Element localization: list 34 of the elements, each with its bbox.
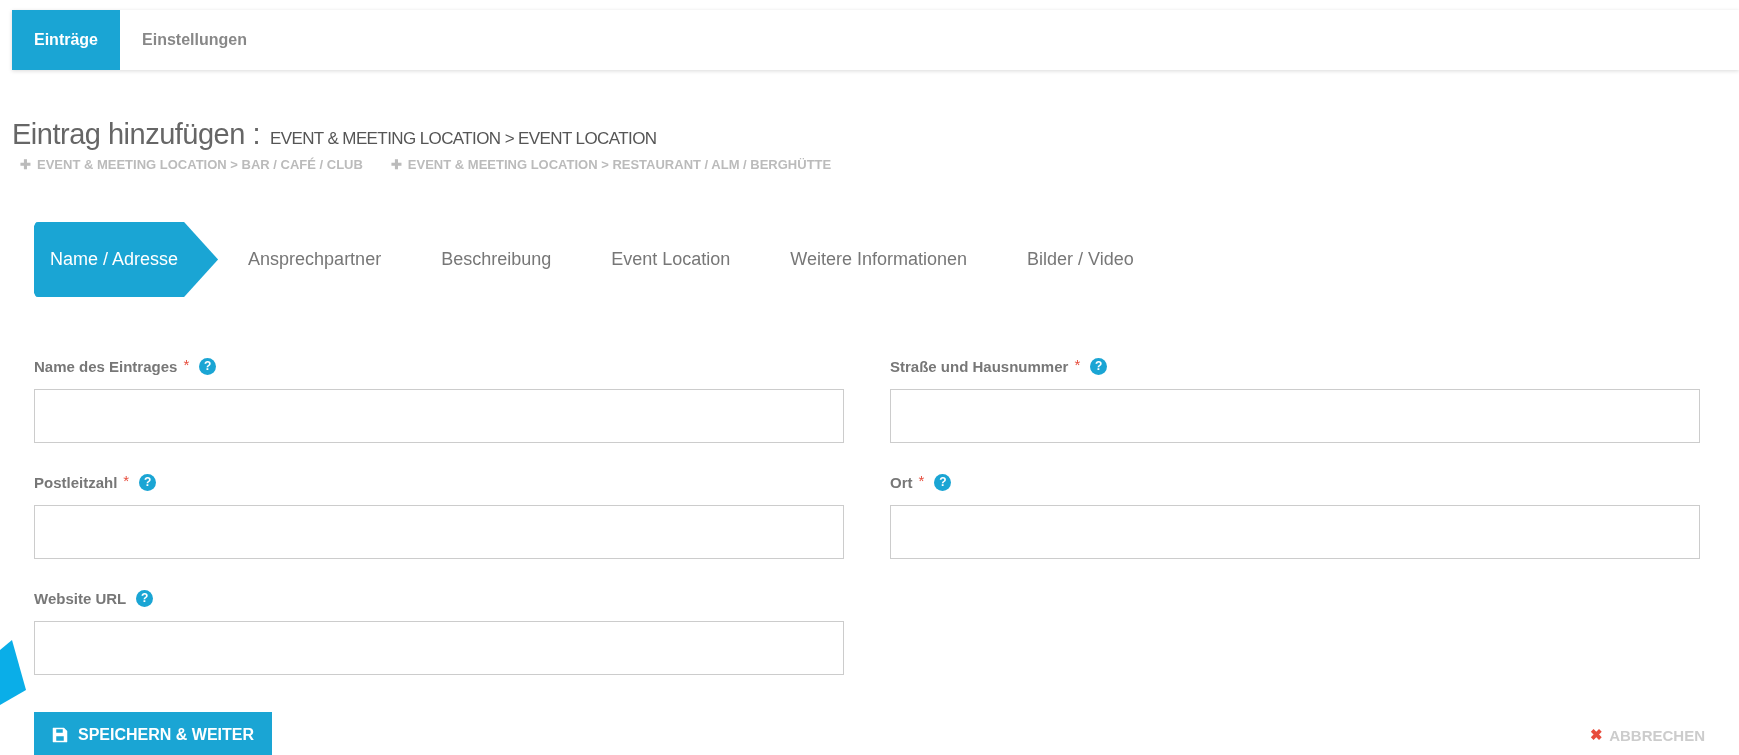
input-field[interactable] (890, 505, 1700, 559)
wizard-step[interactable]: Beschreibung (411, 222, 582, 297)
tab[interactable]: Einträge (12, 10, 120, 70)
input-field[interactable] (34, 389, 844, 443)
tab[interactable]: Einstellungen (120, 10, 269, 70)
field-label: Name des Eintrages (34, 357, 178, 375)
help-icon[interactable]: ? (139, 473, 157, 491)
help-icon[interactable]: ? (934, 473, 952, 491)
page-title: Eintrag hinzufügen : (12, 118, 260, 151)
wizard-step[interactable]: Event Location (581, 222, 761, 297)
help-icon[interactable]: ? (199, 357, 217, 375)
wizard-step[interactable]: Bilder / Video (997, 222, 1164, 297)
help-icon[interactable]: ? (1090, 357, 1108, 375)
required-mark: * (123, 471, 130, 489)
save-icon (52, 727, 68, 743)
wizard-step[interactable]: Weitere Informationen (760, 222, 998, 297)
input-field[interactable] (34, 621, 844, 675)
input-field[interactable] (34, 505, 844, 559)
help-icon[interactable]: ? (136, 589, 154, 607)
required-mark: * (918, 471, 925, 489)
field-label: Postleitzahl (34, 473, 118, 491)
category-path: EVENT & MEETING LOCATION > EVENT LOCATION (269, 129, 657, 149)
required-mark: * (1074, 355, 1081, 373)
wizard-step[interactable]: Ansprechpartner (218, 222, 412, 297)
save-button[interactable]: SPEICHERN & WEITER (34, 712, 272, 755)
field-label: Straße und Hausnummer (890, 357, 1069, 375)
field-label: Website URL (34, 589, 127, 607)
input-field[interactable] (890, 389, 1700, 443)
annotation-arrow (0, 640, 26, 705)
wizard-step[interactable]: Name / Adresse (34, 222, 219, 297)
field-label: Ort (890, 473, 913, 491)
category-link[interactable]: ✚ EVENT & MEETING LOCATION > BAR / CAFÉ / CLUB (20, 157, 363, 172)
required-mark: * (183, 355, 190, 373)
category-link[interactable]: ✚ EVENT & MEETING LOCATION > RESTAURANT / ALM / BERGHÜTTE (390, 157, 832, 172)
